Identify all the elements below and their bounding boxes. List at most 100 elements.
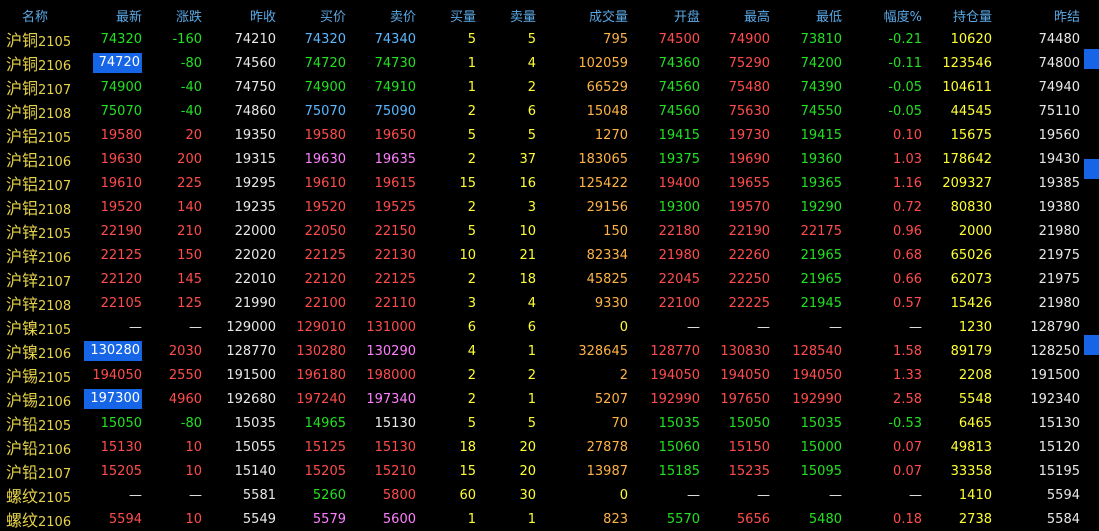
- table-row[interactable]: 沪铝2106 19630 200 19315 19630 19635 2 37 183065 19…: [0, 147, 1084, 171]
- table-row[interactable]: 沪铜2107 74900 -40 74750 74900 74910 1 2 66529 7456…: [0, 75, 1084, 99]
- contract-name[interactable]: 螺纹2106: [0, 507, 74, 531]
- col-header-change[interactable]: 涨跌: [146, 3, 206, 27]
- cell-bid-vol: 4: [420, 339, 480, 363]
- cell-value: -0.11: [888, 55, 922, 71]
- contract-name[interactable]: 沪锡2105: [0, 363, 74, 387]
- cell-value: 19360: [800, 151, 842, 167]
- table-row[interactable]: 沪锡2105 194050 2550 191500 196180 198000 2 2 2 194…: [0, 363, 1084, 387]
- table-row[interactable]: 沪铜2108 75070 -40 74860 75070 75090 2 6 15048 7456…: [0, 99, 1084, 123]
- contract-name[interactable]: 沪锌2106: [0, 243, 74, 267]
- contract-name[interactable]: 沪镍2105: [0, 315, 74, 339]
- table-row[interactable]: 沪锡2106 197300 4960 192680 197240 197340 2 1 5207…: [0, 387, 1084, 411]
- cell-value: 1.03: [893, 151, 922, 167]
- contract-name[interactable]: 沪铜2107: [0, 75, 74, 99]
- cell-value: 210: [177, 223, 202, 239]
- contract-name[interactable]: 沪镍2106: [0, 339, 74, 363]
- cell-value: -0.21: [888, 31, 922, 47]
- table-row[interactable]: 螺纹2106 5594 10 5549 5579 5600 1 1 823 5570 5656 548…: [0, 507, 1084, 531]
- contract-name[interactable]: 沪铅2106: [0, 435, 74, 459]
- cell-open-interest: 2208: [926, 363, 996, 387]
- cell-pct-change: 0.07: [846, 459, 926, 483]
- col-header-open-interest[interactable]: 持仓量: [926, 3, 996, 27]
- cell-change: 10: [146, 459, 206, 483]
- table-row[interactable]: 沪铅2107 15205 10 15140 15205 15210 15 20 13987 151…: [0, 459, 1084, 483]
- contract-name[interactable]: 沪铅2107: [0, 459, 74, 483]
- table-row[interactable]: 沪锌2107 22120 145 22010 22120 22125 2 18 45825 220…: [0, 267, 1084, 291]
- col-header-high[interactable]: 最高: [704, 3, 774, 27]
- col-header-prev-settle[interactable]: 昨结: [996, 3, 1084, 27]
- cell-open: 19375: [632, 147, 704, 171]
- col-header-open[interactable]: 开盘: [632, 3, 704, 27]
- cell-bid: 22125: [280, 243, 350, 267]
- cell-bid-vol: 1: [420, 75, 480, 99]
- table-row[interactable]: 沪锌2105 22190 210 22000 22050 22150 5 10 150 22180…: [0, 219, 1084, 243]
- cell-high: 197650: [704, 387, 774, 411]
- table-row[interactable]: 沪锌2106 22125 150 22020 22125 22130 10 21 82334 21…: [0, 243, 1084, 267]
- contract-name[interactable]: 沪铅2105: [0, 411, 74, 435]
- contract-name[interactable]: 沪锌2105: [0, 219, 74, 243]
- table-row[interactable]: 沪铝2108 19520 140 19235 19520 19525 2 3 29156 1930…: [0, 195, 1084, 219]
- cell-value: 10620: [950, 31, 992, 47]
- table-row[interactable]: 沪铝2107 19610 225 19295 19610 19615 15 16 125422 1…: [0, 171, 1084, 195]
- cell-value: 29156: [586, 199, 628, 215]
- table-row[interactable]: 螺纹2105 — — 5581 5260 5800 60 30 0 — — — — 1410 5594: [0, 483, 1084, 507]
- table-row[interactable]: 沪镍2105 — — 129000 129010 131000 6 6 0 — — — — 1230 128…: [0, 315, 1084, 339]
- col-header-pct-change[interactable]: 幅度%: [846, 3, 926, 27]
- table-row[interactable]: 沪铜2105 74320 -160 74210 74320 74340 5 5 795 74500…: [0, 27, 1084, 51]
- cell-prev-settle: 21980: [996, 219, 1084, 243]
- cell-value: 128540: [792, 343, 842, 359]
- contract-name[interactable]: 沪铜2106: [0, 51, 74, 75]
- cell-value: 4: [527, 55, 536, 71]
- cell-value: 6: [527, 319, 536, 335]
- cell-value: 15235: [728, 463, 770, 479]
- cell-value: 128250: [1030, 343, 1080, 359]
- cell-prev-settle: 128790: [996, 315, 1084, 339]
- col-header-name[interactable]: 名称: [0, 3, 74, 27]
- contract-name[interactable]: 沪铝2108: [0, 195, 74, 219]
- contract-name[interactable]: 沪铝2106: [0, 147, 74, 171]
- col-header-bid-vol[interactable]: 买量: [420, 3, 480, 27]
- col-header-last[interactable]: 最新: [74, 3, 146, 27]
- cell-value: 15035: [658, 415, 700, 431]
- table-row[interactable]: 沪铅2105 15050 -80 15035 14965 15130 5 5 70 15035 15…: [0, 411, 1084, 435]
- col-header-low[interactable]: 最低: [774, 3, 846, 27]
- col-header-prev-close[interactable]: 昨收: [206, 3, 280, 27]
- cell-value: 19350: [234, 127, 276, 143]
- cell-value: 19570: [728, 199, 770, 215]
- cell-value: 5600: [382, 511, 416, 527]
- cell-value: 197300: [84, 389, 142, 409]
- contract-name[interactable]: 沪铝2105: [0, 123, 74, 147]
- contract-name[interactable]: 螺纹2105: [0, 483, 74, 507]
- cell-last: 74320: [74, 27, 146, 51]
- cell-ask: 19525: [350, 195, 420, 219]
- contract-month: 2106: [38, 515, 72, 530]
- cell-high: 5656: [704, 507, 774, 531]
- cell-value: 74560: [658, 103, 700, 119]
- col-header-volume[interactable]: 成交量: [540, 3, 632, 27]
- contract-name[interactable]: 沪铜2108: [0, 99, 74, 123]
- col-header-ask[interactable]: 卖价: [350, 3, 420, 27]
- contract-name[interactable]: 沪锌2108: [0, 291, 74, 315]
- cell-value: 19630: [100, 151, 142, 167]
- cell-value: 2208: [958, 367, 992, 383]
- col-header-ask-vol[interactable]: 卖量: [480, 3, 540, 27]
- table-row[interactable]: 沪铝2105 19580 20 19350 19580 19650 5 5 1270 19415 1…: [0, 123, 1084, 147]
- right-scroll-strip[interactable]: [1084, 0, 1099, 495]
- table-row[interactable]: 沪铜2106 74720 -80 74560 74720 74730 1 4 102059 743…: [0, 51, 1084, 75]
- contract-name[interactable]: 沪锡2106: [0, 387, 74, 411]
- cell-value: 19655: [728, 175, 770, 191]
- cell-open-interest: 5548: [926, 387, 996, 411]
- table-row[interactable]: 沪锌2108 22105 125 21990 22100 22110 3 4 9330 22100…: [0, 291, 1084, 315]
- contract-product: 沪铝: [6, 127, 39, 146]
- cell-value: 19380: [1038, 199, 1080, 215]
- table-row[interactable]: 沪镍2106 130280 2030 128770 130280 130290 4 1 3286…: [0, 339, 1084, 363]
- cell-bid-vol: 1: [420, 507, 480, 531]
- cell-pct-change: —: [846, 315, 926, 339]
- contract-name[interactable]: 沪铝2107: [0, 171, 74, 195]
- table-row[interactable]: 沪铅2106 15130 10 15055 15125 15130 18 20 27878 150…: [0, 435, 1084, 459]
- contract-name[interactable]: 沪铜2105: [0, 27, 74, 51]
- contract-name[interactable]: 沪锌2107: [0, 267, 74, 291]
- contract-product: 沪锡: [6, 391, 39, 410]
- col-header-bid[interactable]: 买价: [280, 3, 350, 27]
- cell-ask: 19615: [350, 171, 420, 195]
